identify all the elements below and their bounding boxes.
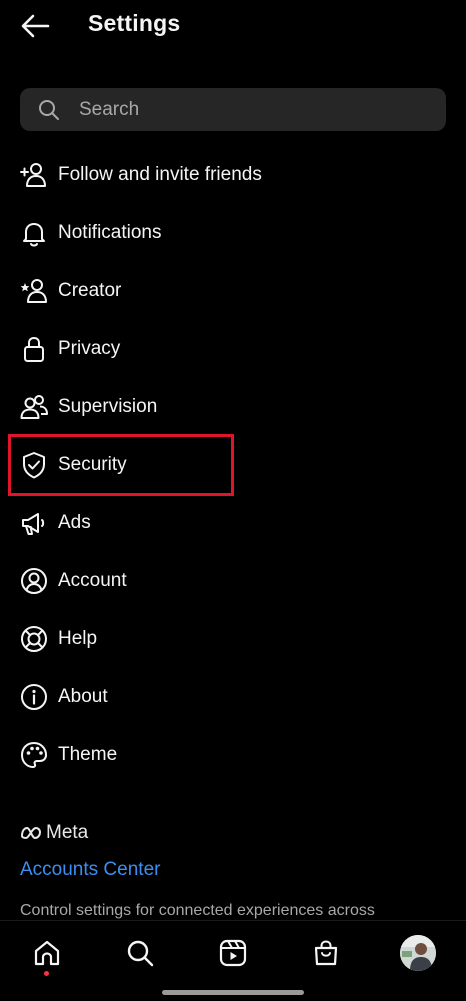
account-circle-icon: [18, 565, 50, 597]
menu-item-label: Theme: [58, 744, 118, 765]
shield-check-icon: [18, 449, 50, 481]
menu-item-label: About: [58, 686, 108, 707]
nav-shop[interactable]: [306, 933, 346, 973]
star-person-icon: [18, 275, 50, 307]
menu-item-theme[interactable]: Theme: [0, 726, 466, 784]
home-indicator: [162, 990, 304, 995]
megaphone-icon: [18, 507, 50, 539]
accounts-center-link[interactable]: Accounts Center: [20, 859, 160, 881]
menu-item-label: Follow and invite friends: [58, 164, 262, 185]
menu-item-security[interactable]: Security: [0, 436, 466, 494]
search-icon: [38, 99, 60, 121]
back-arrow-icon: [21, 14, 50, 38]
menu-item-creator[interactable]: Creator: [0, 262, 466, 320]
accounts-center-description: Control settings for connected experienc…: [20, 902, 375, 919]
home-icon: [34, 940, 60, 966]
search-input[interactable]: [77, 97, 401, 122]
shop-icon: [314, 940, 338, 966]
nav-reels[interactable]: [213, 933, 253, 973]
profile-avatar[interactable]: [400, 935, 436, 971]
menu-item-label: Privacy: [58, 338, 121, 359]
meta-logo: Meta: [20, 822, 88, 844]
lifebuoy-icon: [18, 623, 50, 655]
bottom-nav: [0, 920, 466, 1001]
menu-item-follow-invite[interactable]: Follow and invite friends: [0, 146, 466, 204]
meta-label: Meta: [46, 822, 89, 843]
bell-icon: [18, 217, 50, 249]
menu-item-privacy[interactable]: Privacy: [0, 320, 466, 378]
menu-item-label: Security: [58, 454, 127, 475]
page-title: Settings: [88, 10, 181, 36]
people-icon: [18, 391, 50, 423]
meta-infinity-icon: [21, 827, 41, 839]
menu-item-help[interactable]: Help: [0, 610, 466, 668]
reels-icon: [219, 939, 247, 967]
search-bar[interactable]: [20, 88, 446, 131]
menu-item-label: Ads: [58, 512, 91, 533]
avatar-image: [400, 935, 436, 971]
menu-item-label: Account: [58, 570, 127, 591]
menu-item-label: Notifications: [58, 222, 162, 243]
menu-item-supervision[interactable]: Supervision: [0, 378, 466, 436]
menu-item-about[interactable]: About: [0, 668, 466, 726]
menu-item-label: Help: [58, 628, 98, 649]
menu-item-label: Creator: [58, 280, 122, 301]
top-bar: Settings: [0, 0, 466, 52]
menu-item-ads[interactable]: Ads: [0, 494, 466, 552]
back-button[interactable]: [18, 10, 52, 42]
lock-icon: [18, 333, 50, 365]
info-icon: [18, 681, 50, 713]
nav-search[interactable]: [120, 933, 160, 973]
palette-icon: [18, 739, 50, 771]
notification-dot: [44, 971, 49, 976]
search-icon: [127, 940, 154, 967]
menu-item-label: Supervision: [58, 396, 158, 417]
menu-item-account[interactable]: Account: [0, 552, 466, 610]
nav-home[interactable]: [27, 933, 67, 973]
menu-item-notifications[interactable]: Notifications: [0, 204, 466, 262]
add-person-icon: [18, 159, 50, 191]
